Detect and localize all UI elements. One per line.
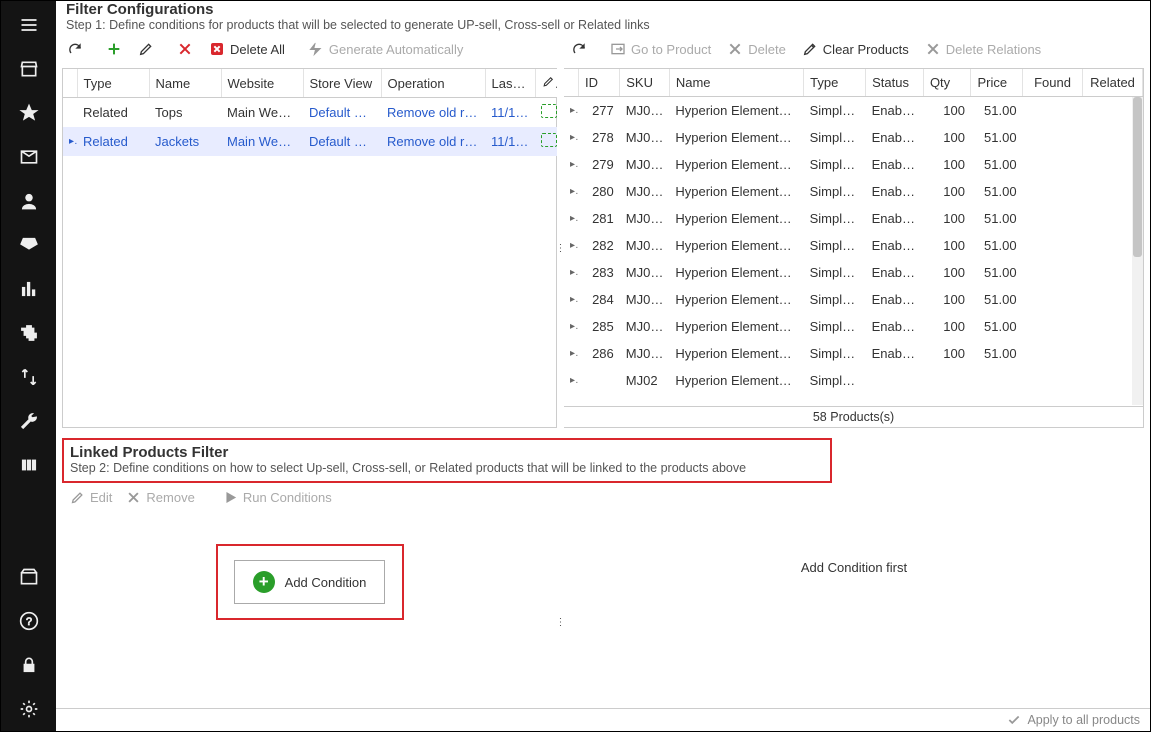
table-row[interactable]: ▸ 280 MJ02… Hyperion Elements Ja… Simple… — [564, 178, 1143, 205]
th-storeview[interactable]: Store View — [303, 69, 381, 98]
th-prodname[interactable]: Name — [669, 69, 803, 97]
cart-icon[interactable] — [1, 223, 56, 267]
lock-icon[interactable] — [1, 643, 56, 687]
th-price[interactable]: Price — [971, 69, 1023, 97]
left-grid-panel: Type Name Website Store View Operation L… — [62, 68, 557, 428]
remove2-label: Remove — [146, 490, 194, 505]
delete-button[interactable] — [172, 38, 198, 60]
shop-icon[interactable] — [1, 47, 56, 91]
delete-relations-label: Delete Relations — [946, 42, 1041, 57]
table-row[interactable]: ▸ 282 MJ02… Hyperion Elements Ja… Simple… — [564, 232, 1143, 259]
products-footer: 58 Products(s) — [564, 406, 1143, 427]
th-edit-icon[interactable] — [535, 69, 557, 98]
plus-circle-icon: + — [253, 571, 275, 593]
plugin-icon[interactable] — [1, 311, 56, 355]
delete-relations-button[interactable]: Delete Relations — [920, 38, 1046, 60]
gear-icon[interactable] — [1, 687, 56, 731]
apply-all-button[interactable]: Apply to all products — [1007, 713, 1140, 727]
section2-subtitle: Step 2: Define conditions on how to sele… — [70, 461, 824, 475]
section2-highlight: Linked Products Filter Step 2: Define co… — [62, 438, 832, 483]
table-row[interactable]: ▸ 283 MJ02… Hyperion Elements Ja… Simple… — [564, 259, 1143, 286]
table-row[interactable]: ▸ 281 MJ02… Hyperion Elements Ja… Simple… — [564, 205, 1143, 232]
go-to-product-button[interactable]: Go to Product — [605, 38, 716, 60]
add-condition-label: Add Condition — [285, 575, 367, 590]
products-table[interactable]: ID SKU Name Type Status Qty Price Found … — [564, 69, 1143, 394]
th-type[interactable]: Type — [77, 69, 149, 98]
th-status[interactable]: Status — [866, 69, 924, 97]
th-found[interactable]: Found — [1023, 69, 1083, 97]
go-to-product-label: Go to Product — [631, 42, 711, 57]
section2-title: Linked Products Filter — [70, 444, 824, 461]
table-row[interactable]: ▸ 286 MJ02… Hyperion Elements Ja… Simple… — [564, 340, 1143, 367]
horizontal-splitter-2[interactable]: ⋮ — [557, 542, 564, 702]
table-row[interactable]: ▸ MJ02 Hyperion Elements Ja Simple P — [564, 367, 1143, 394]
stack-icon[interactable] — [1, 443, 56, 487]
refresh-button[interactable] — [62, 38, 88, 60]
clear-products-label: Clear Products — [823, 42, 909, 57]
table-row[interactable]: ▸ 285 MJ02… Hyperion Elements Ja… Simple… — [564, 313, 1143, 340]
generate-auto-label: Generate Automatically — [329, 42, 463, 57]
table-row[interactable]: ▸ 279 MJ02… Hyperion Elements Ja… Simple… — [564, 151, 1143, 178]
th-operation[interactable]: Operation — [381, 69, 485, 98]
left-sidebar: ? — [1, 1, 56, 731]
configurations-table[interactable]: Type Name Website Store View Operation L… — [63, 69, 558, 156]
scrollbar-thumb[interactable] — [1133, 97, 1142, 257]
table-row[interactable]: ▸ Related Jackets Main Website Default S… — [63, 127, 557, 156]
run-conditions-label: Run Conditions — [243, 490, 332, 505]
run-conditions-button[interactable]: Run Conditions — [219, 488, 336, 507]
th-sku[interactable]: SKU — [620, 69, 670, 97]
section1-subtitle: Step 1: Define conditions for products t… — [66, 18, 1140, 32]
arrows-icon[interactable] — [1, 355, 56, 399]
remove2-button[interactable]: Remove — [122, 488, 198, 507]
delete-all-button[interactable]: Delete All — [204, 38, 290, 60]
delete-all-label: Delete All — [230, 42, 285, 57]
user-icon[interactable] — [1, 179, 56, 223]
horizontal-splitter[interactable]: ⋮ — [557, 68, 564, 428]
chart-icon[interactable] — [1, 267, 56, 311]
help-icon[interactable]: ? — [1, 599, 56, 643]
section1-title: Filter Configurations — [66, 1, 1140, 18]
scrollbar[interactable] — [1132, 97, 1143, 405]
wrench-icon[interactable] — [1, 399, 56, 443]
menu-icon[interactable] — [1, 3, 56, 47]
th-website[interactable]: Website — [221, 69, 303, 98]
th-related[interactable]: Related — [1083, 69, 1143, 97]
right-grid-panel: ID SKU Name Type Status Qty Price Found … — [564, 68, 1144, 428]
svg-text:?: ? — [25, 616, 31, 628]
clear-products-button[interactable]: Clear Products — [797, 38, 914, 60]
th-last[interactable]: Last … — [485, 69, 535, 98]
table-row[interactable]: ▸ 277 MJ02… Hyperion Elements Ja… Simple… — [564, 97, 1143, 125]
th-prodtype[interactable]: Type — [804, 69, 866, 97]
table-row[interactable]: ▸ 278 MJ02… Hyperion Elements Ja… Simple… — [564, 124, 1143, 151]
refresh2-button[interactable] — [566, 38, 592, 60]
th-qty[interactable]: Qty — [923, 69, 971, 97]
footer-bar: Apply to all products — [56, 708, 1150, 731]
edit2-button[interactable]: Edit — [66, 488, 116, 507]
delete2-button[interactable]: Delete — [722, 38, 791, 60]
th-id[interactable]: ID — [578, 69, 619, 97]
apply-all-label: Apply to all products — [1027, 713, 1140, 727]
th-name[interactable]: Name — [149, 69, 221, 98]
add-condition-hint: Add Condition first — [801, 560, 907, 575]
box-icon[interactable] — [1, 555, 56, 599]
inbox-icon[interactable] — [1, 135, 56, 179]
add-condition-button[interactable]: + Add Condition — [234, 560, 386, 604]
edit-button[interactable] — [133, 38, 159, 60]
table-row[interactable]: ▸ 284 MJ02… Hyperion Elements Ja… Simple… — [564, 286, 1143, 313]
star-icon[interactable] — [1, 91, 56, 135]
edit2-label: Edit — [90, 490, 112, 505]
table-row[interactable]: Related Tops Main Website Default Stor… … — [63, 98, 557, 128]
generate-auto-button[interactable]: Generate Automatically — [303, 38, 468, 60]
add-button[interactable] — [101, 38, 127, 60]
delete2-label: Delete — [748, 42, 786, 57]
add-condition-highlight: + Add Condition — [216, 544, 404, 620]
